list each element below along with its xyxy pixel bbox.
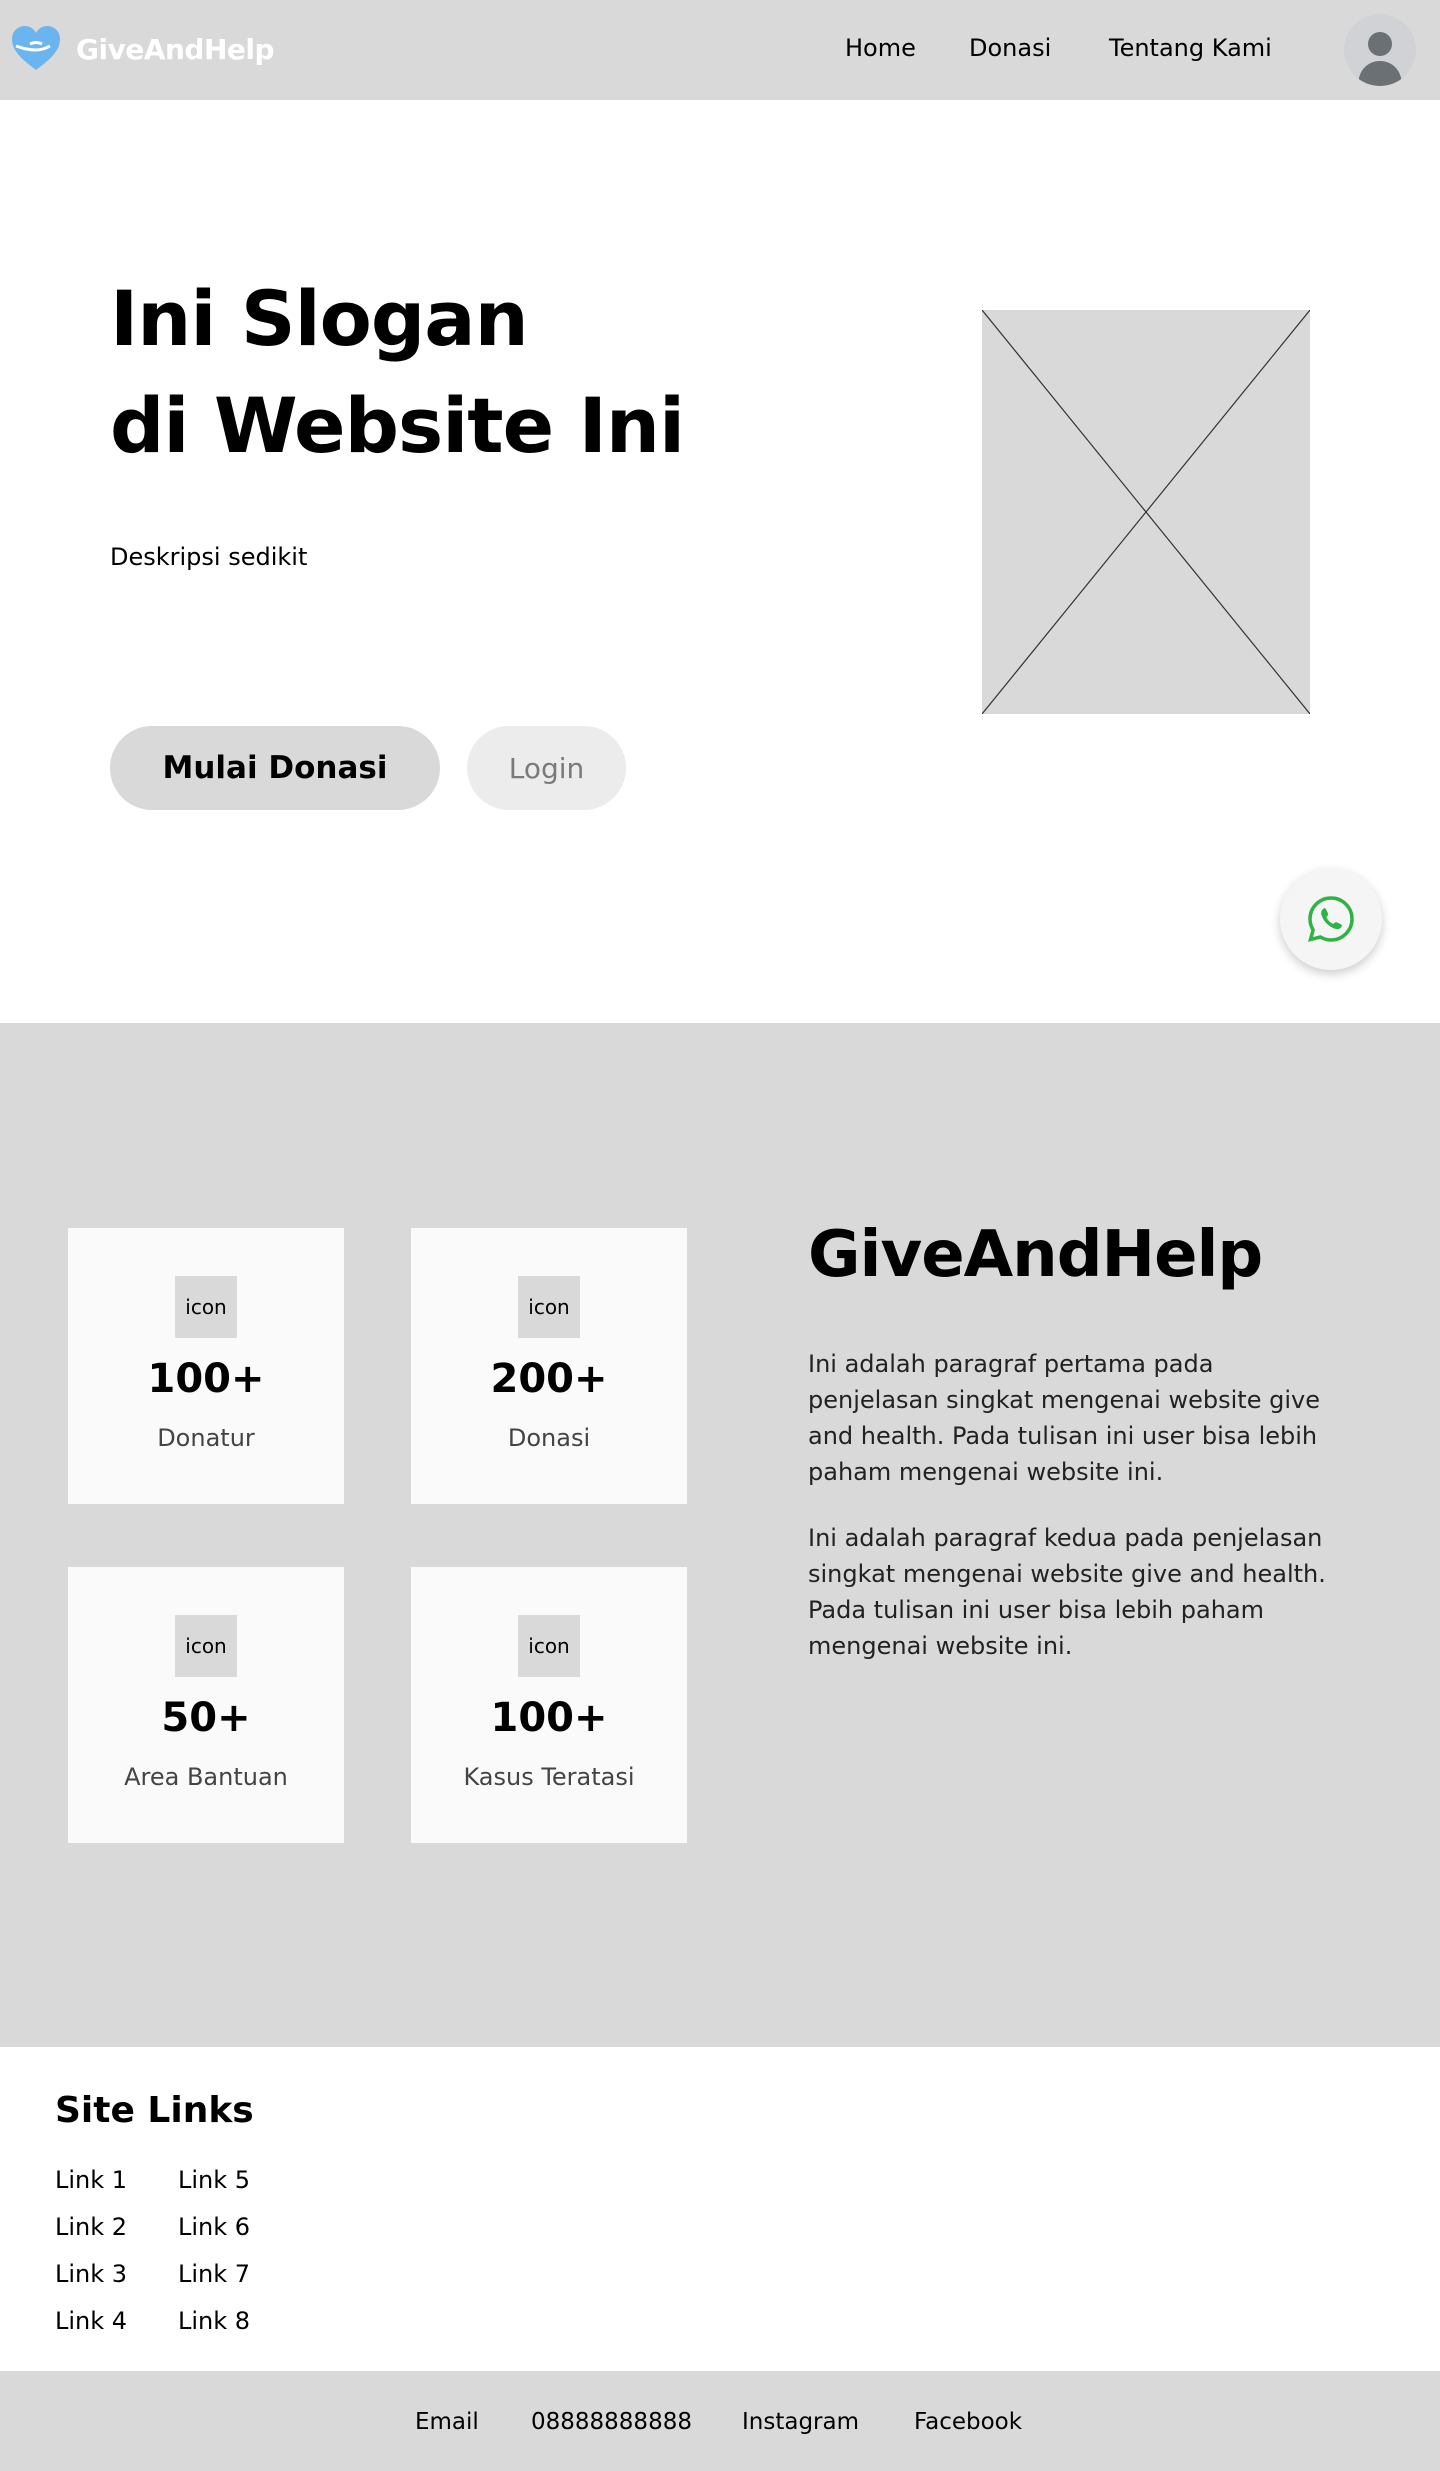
logo[interactable]: GiveAndHelp [10, 24, 275, 74]
footer-link-8[interactable]: Link 8 [178, 2307, 250, 2335]
stat-value: 200+ [490, 1356, 608, 1402]
login-button[interactable]: Login [467, 726, 626, 810]
brand-name: GiveAndHelp [76, 32, 275, 66]
stat-label: Donasi [507, 1424, 591, 1452]
site-links-title: Site Links [55, 2090, 254, 2131]
footer-link-6[interactable]: Link 6 [178, 2213, 250, 2241]
footer-link-7[interactable]: Link 7 [178, 2260, 250, 2288]
contact-email[interactable]: Email [415, 2409, 479, 2435]
stat-card-donatur: icon 100+ Donatur [68, 1228, 344, 1504]
stat-value: 100+ [490, 1695, 608, 1741]
footer-contact-bar: Email 08888888888 Instagram Facebook [0, 2371, 1440, 2471]
footer-link-5[interactable]: Link 5 [178, 2166, 250, 2194]
heart-hand-icon [12, 26, 60, 70]
nav-donasi[interactable]: Donasi [969, 34, 1051, 62]
footer-link-3[interactable]: Link 3 [55, 2260, 127, 2288]
whatsapp-icon [1308, 896, 1354, 942]
hero-image-placeholder [981, 309, 1311, 715]
stat-label: Donatur [157, 1424, 255, 1452]
stat-icon-placeholder: icon [175, 1615, 237, 1677]
stat-card-area-bantuan: icon 50+ Area Bantuan [68, 1567, 344, 1843]
hero-title-line2: di Website Ini [110, 381, 685, 470]
stat-value: 100+ [147, 1356, 265, 1402]
about-title: GiveAndHelp [808, 1218, 1263, 1292]
user-avatar[interactable] [1344, 14, 1416, 86]
stat-icon-placeholder: icon [518, 1276, 580, 1338]
stat-card-kasus-teratasi: icon 100+ Kasus Teratasi [411, 1567, 687, 1843]
stat-label: Area Bantuan [124, 1763, 288, 1791]
user-avatar-icon [1358, 32, 1402, 86]
stat-card-donasi: icon 200+ Donasi [411, 1228, 687, 1504]
hero-title-line1: Ini Slogan [110, 274, 529, 363]
stat-label: Kasus Teratasi [463, 1763, 635, 1791]
stat-icon-placeholder: icon [175, 1276, 237, 1338]
image-placeholder-icon [981, 309, 1311, 715]
hero-description: Deskripsi sedikit [110, 543, 308, 571]
hero-title: Ini Slogan di Website Ini [110, 265, 685, 479]
stat-value: 50+ [161, 1695, 251, 1741]
footer-link-2[interactable]: Link 2 [55, 2213, 127, 2241]
whatsapp-chat-button[interactable] [1280, 868, 1382, 970]
header: GiveAndHelp Home Donasi Tentang Kami [0, 0, 1440, 100]
contact-phone[interactable]: 08888888888 [531, 2409, 692, 2435]
contact-instagram[interactable]: Instagram [742, 2409, 859, 2435]
nav-tentang-kami[interactable]: Tentang Kami [1109, 34, 1272, 62]
nav-home[interactable]: Home [845, 34, 916, 62]
footer-link-4[interactable]: Link 4 [55, 2307, 127, 2335]
mulai-donasi-button[interactable]: Mulai Donasi [110, 726, 440, 810]
contact-facebook[interactable]: Facebook [914, 2409, 1022, 2435]
stat-icon-placeholder: icon [518, 1615, 580, 1677]
about-paragraph-1: Ini adalah paragraf pertama pada penjela… [808, 1350, 1320, 1486]
about-paragraph-2: Ini adalah paragraf kedua pada penjelasa… [808, 1524, 1326, 1660]
footer-link-1[interactable]: Link 1 [55, 2166, 127, 2194]
